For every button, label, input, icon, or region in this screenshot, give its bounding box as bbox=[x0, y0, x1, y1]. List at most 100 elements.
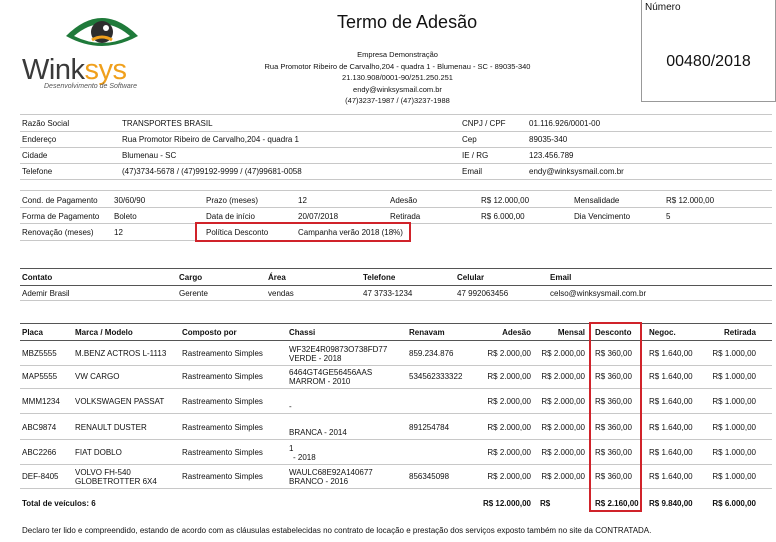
contact-area: vendas bbox=[268, 289, 294, 298]
vehicle-renavam: 534562333322 bbox=[409, 372, 463, 381]
prazo-value: 12 bbox=[298, 196, 307, 205]
vehicle-chassi: 1 bbox=[289, 444, 294, 453]
forma-value: Boleto bbox=[114, 212, 137, 221]
contact-cargo: Gerente bbox=[179, 289, 208, 298]
vehicle-placa: MMM1234 bbox=[22, 397, 60, 406]
cidade-value: Blumenau - SC bbox=[122, 151, 177, 160]
vehicle-marca: M.BENZ ACTROS L-1113 bbox=[75, 349, 167, 358]
vehicle-composto: Rastreamento Simples bbox=[182, 397, 263, 406]
cnpj-value: 01.116.926/0001-00 bbox=[529, 119, 601, 128]
vehicle-retirada: R$ 1.000,00 bbox=[712, 423, 756, 432]
number-value: 00480/2018 bbox=[666, 53, 751, 70]
vehicles-col-chassi: Chassi bbox=[289, 328, 316, 337]
vehicles-col-placa: Placa bbox=[22, 328, 43, 337]
vehicles-col-retirada: Retirada bbox=[723, 328, 756, 337]
vehicle-adesao: R$ 2.000,00 bbox=[487, 349, 531, 358]
vehicle-chassi-line2: - 2018 bbox=[293, 453, 316, 462]
contact-col-cargo: Cargo bbox=[179, 273, 203, 282]
vehicles-total-adesao: R$ 12.000,00 bbox=[482, 499, 531, 508]
vehicle-placa: ABC9874 bbox=[22, 423, 57, 432]
company-cnpj: 21.130.908/0001-90/251.250.251 bbox=[342, 73, 453, 82]
renovacao-label: Renovação (meses) bbox=[22, 228, 94, 237]
vehicle-renavam: 856345098 bbox=[409, 472, 450, 481]
document-number-box: Número 00480/2018 bbox=[641, 0, 776, 102]
vehicle-negoc: R$ 1.640,00 bbox=[649, 349, 693, 358]
vehicle-chassi: WAULC68E92A140677 bbox=[289, 468, 373, 477]
email-value: endy@winksysmail.com.br bbox=[529, 167, 624, 176]
vehicle-mensal: R$ 2.000,00 bbox=[541, 397, 585, 406]
vehicle-negoc: R$ 1.640,00 bbox=[649, 448, 693, 457]
inicio-label: Data de início bbox=[206, 212, 255, 221]
vehicle-placa: DEF-8405 bbox=[22, 472, 59, 481]
vencimento-value: 5 bbox=[666, 212, 671, 221]
vehicle-chassi: WF32E4R09873O738FD77 bbox=[289, 345, 388, 354]
retirada-label: Retirada bbox=[390, 212, 421, 221]
vehicle-composto: Rastreamento Simples bbox=[182, 349, 263, 358]
vehicle-chassi-line2: BRANCA - 2014 bbox=[289, 428, 347, 437]
vehicle-marca: RENAULT DUSTER bbox=[75, 423, 147, 432]
retirada-value: R$ 6.000,00 bbox=[481, 212, 525, 221]
prazo-label: Prazo (meses) bbox=[206, 196, 259, 205]
vehicle-marca: VOLVO FH-540 bbox=[75, 468, 131, 477]
vehicles-total-negoc: R$ 9.840,00 bbox=[649, 499, 693, 508]
contact-celular: 47 992063456 bbox=[457, 289, 509, 298]
vehicle-chassi-line2: MARROM - 2010 bbox=[289, 377, 351, 386]
cond-label: Cond. de Pagamento bbox=[22, 196, 98, 205]
cidade-label: Cidade bbox=[22, 151, 48, 160]
vehicle-mensal: R$ 2.000,00 bbox=[541, 472, 585, 481]
ie-label: IE / RG bbox=[462, 151, 489, 160]
contact-col-contato: Contato bbox=[22, 273, 53, 282]
contact-col-email: Email bbox=[550, 273, 572, 282]
vehicle-adesao: R$ 2.000,00 bbox=[487, 372, 531, 381]
vehicle-marca: VOLKSWAGEN PASSAT bbox=[75, 397, 165, 406]
razao-label: Razão Social bbox=[22, 119, 70, 128]
contact-contato: Ademir Brasil bbox=[22, 289, 70, 298]
declaration-text: Declaro ter lido e compreendido, estando… bbox=[22, 526, 652, 535]
company-name: Empresa Demonstração bbox=[357, 50, 438, 59]
vehicles-col-adesao: Adesão bbox=[502, 328, 531, 337]
forma-label: Forma de Pagamento bbox=[22, 212, 100, 221]
vehicles-col-composto: Composto por bbox=[182, 328, 237, 337]
vehicle-marca: VW CARGO bbox=[75, 372, 120, 381]
company-address: Rua Promotor Ribeiro de Carvalho,204 - q… bbox=[264, 61, 531, 71]
vehicle-retirada: R$ 1.000,00 bbox=[712, 372, 756, 381]
vehicle-renavam: 859.234.876 bbox=[409, 349, 454, 358]
vehicle-mensal: R$ 2.000,00 bbox=[541, 423, 585, 432]
vehicle-mensal: R$ 2.000,00 bbox=[541, 349, 585, 358]
vehicle-adesao: R$ 2.000,00 bbox=[487, 472, 531, 481]
logo-tagline: Desenvolvimento de Software bbox=[44, 83, 137, 90]
vehicles-total-mensal: R$ bbox=[540, 499, 551, 508]
number-label: Número bbox=[645, 2, 681, 13]
contact-col-telefone: Telefone bbox=[363, 273, 396, 282]
mensalidade-value: R$ 12.000,00 bbox=[666, 196, 715, 205]
vehicle-placa: MBZ5555 bbox=[22, 349, 57, 358]
company-info: Empresa Demonstração Rua Promotor Ribeir… bbox=[230, 49, 565, 107]
vehicles-col-renavam: Renavam bbox=[409, 328, 445, 337]
vehicle-retirada: R$ 1.000,00 bbox=[712, 349, 756, 358]
cep-label: Cep bbox=[462, 135, 477, 144]
endereco-value: Rua Promotor Ribeiro de Carvalho,204 - q… bbox=[122, 135, 299, 144]
vehicle-retirada: R$ 1.000,00 bbox=[712, 472, 756, 481]
vehicle-retirada: R$ 1.000,00 bbox=[712, 448, 756, 457]
ie-value: 123.456.789 bbox=[529, 151, 574, 160]
vehicle-marca-line2: GLOBETROTTER 6X4 bbox=[75, 477, 157, 486]
vehicle-chassi-line2: BRANCO - 2016 bbox=[289, 477, 349, 486]
winksys-logo: Winksys Desenvolvimento de Software bbox=[20, 6, 190, 92]
vehicles-total-label: Total de veículos: 6 bbox=[22, 499, 96, 508]
cnpj-label: CNPJ / CPF bbox=[462, 119, 506, 128]
eye-icon bbox=[66, 18, 138, 46]
telefone-value: (47)3734-5678 / (47)99192-9999 / (47)996… bbox=[122, 167, 302, 176]
vehicles-col-negoc: Negoc. bbox=[649, 328, 676, 337]
document-title: Termo de Adesão bbox=[337, 12, 478, 32]
company-phones: (47)3237-1987 / (47)3237-1988 bbox=[345, 96, 450, 105]
vehicle-adesao: R$ 2.000,00 bbox=[487, 448, 531, 457]
vehicle-chassi: 6464GT4GE56456AAS bbox=[289, 368, 373, 377]
vehicle-chassi-line2: - bbox=[289, 402, 292, 411]
vehicles-col-marca: Marca / Modelo bbox=[75, 328, 133, 337]
company-email: endy@winksysmail.com.br bbox=[353, 84, 442, 94]
contact-telefone: 47 3733-1234 bbox=[363, 289, 413, 298]
vehicle-negoc: R$ 1.640,00 bbox=[649, 372, 693, 381]
contact-col-area: Área bbox=[268, 273, 286, 282]
vehicle-renavam: 891254784 bbox=[409, 423, 450, 432]
politica-highlight bbox=[195, 222, 411, 242]
